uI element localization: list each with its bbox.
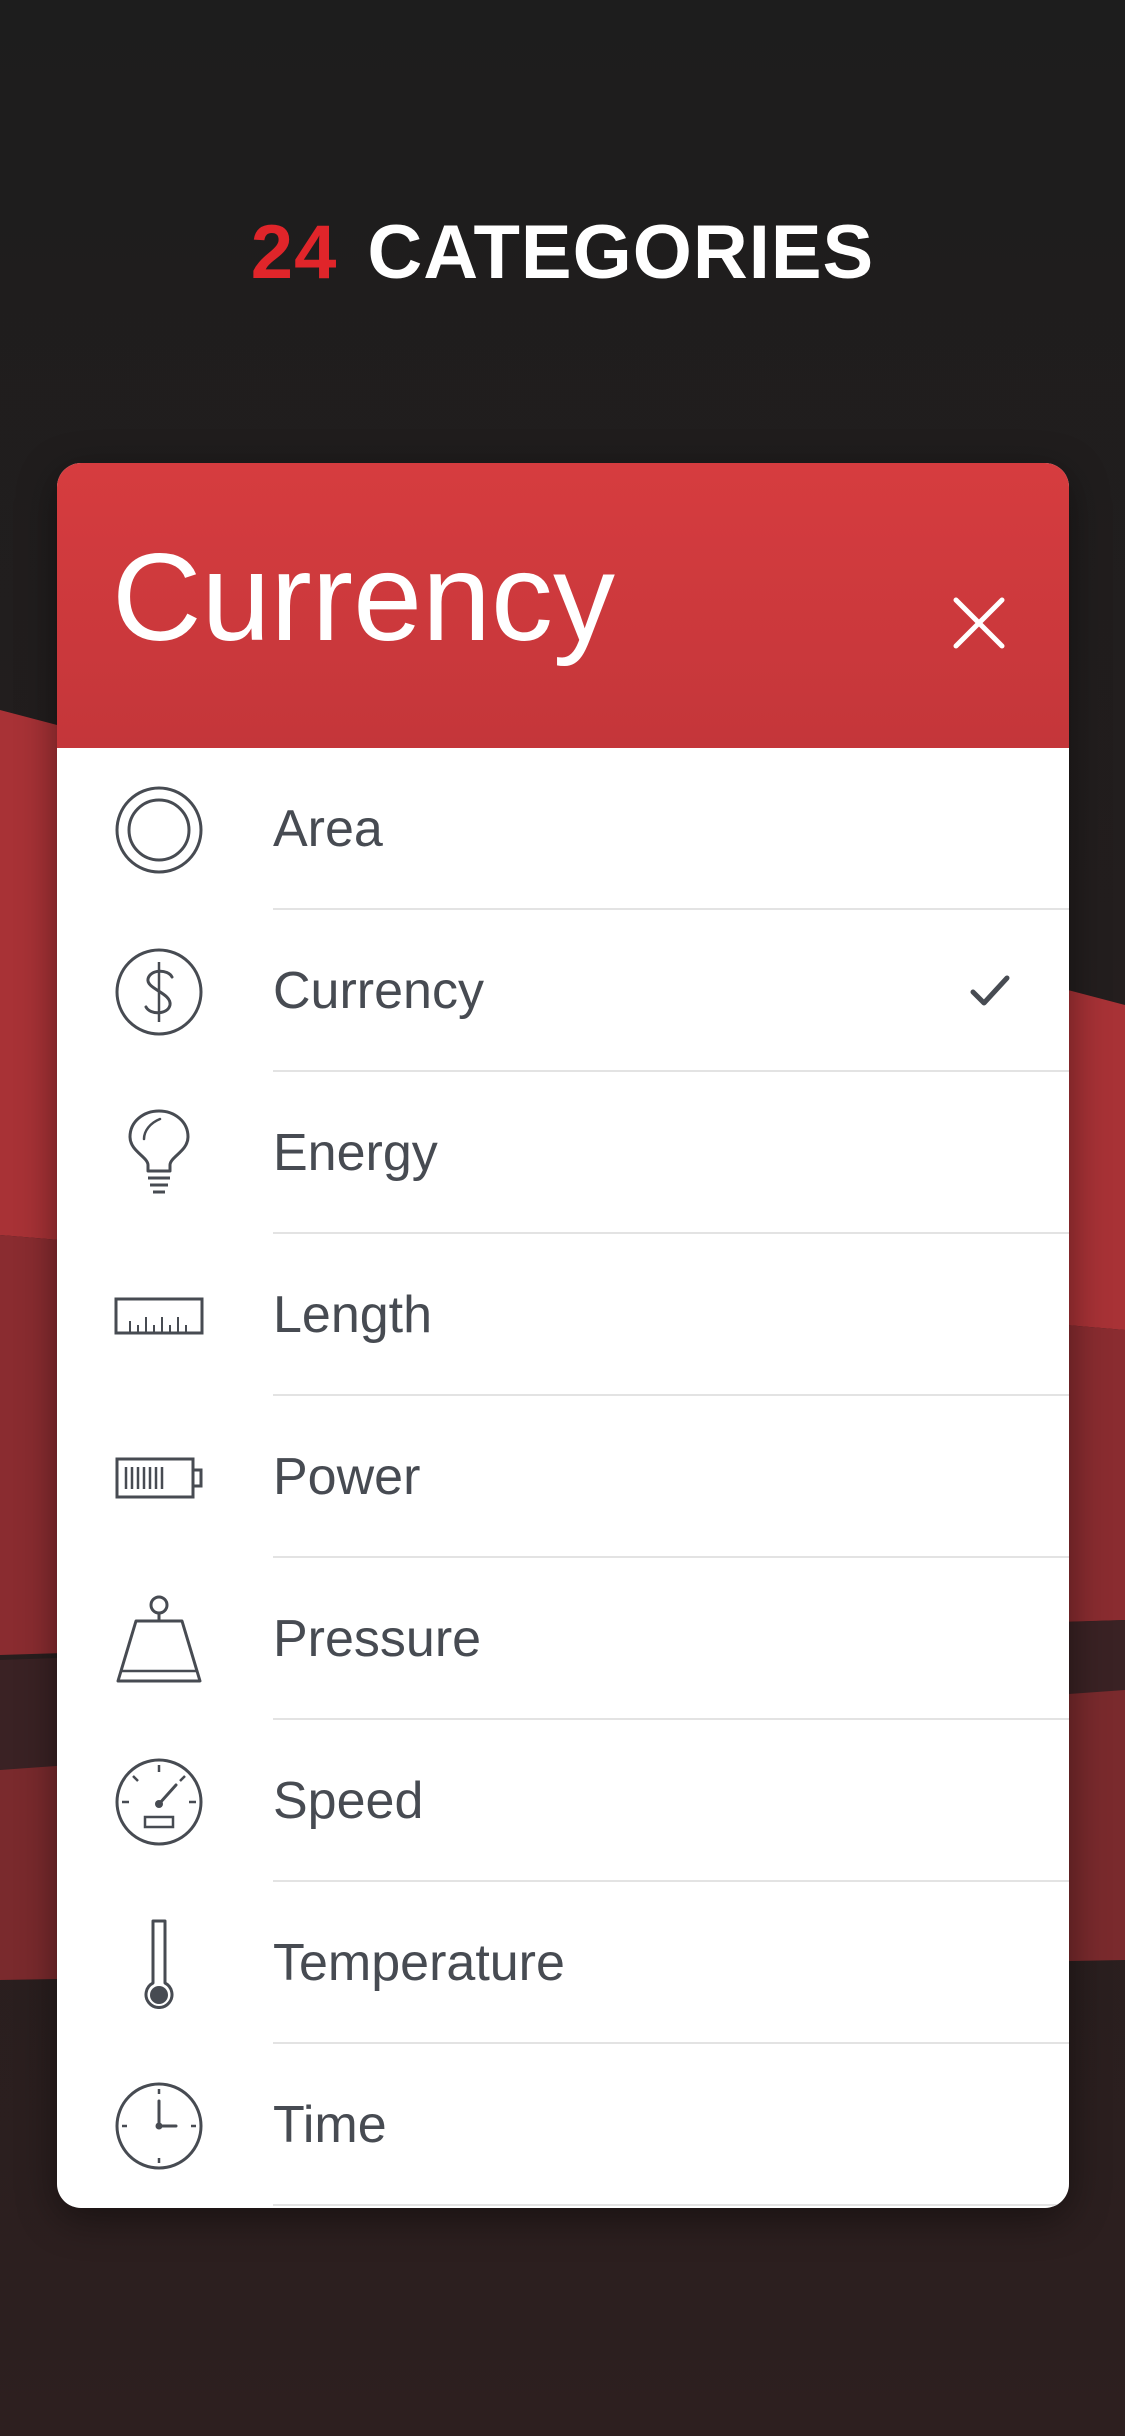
ruler-icon [114, 1297, 204, 1335]
checkmark-icon [970, 975, 1010, 1006]
category-item-pressure[interactable]: Pressure [57, 1558, 1069, 1720]
category-label: Pressure [273, 1610, 482, 1668]
category-label: Power [273, 1448, 421, 1506]
category-item-area[interactable]: Area [57, 748, 1069, 910]
thermometer-icon [144, 1919, 174, 2009]
category-item-temperature[interactable]: Temperature [57, 1882, 1069, 2044]
category-picker-card: Currency Area Currency Energy Length Pow… [57, 463, 1069, 2208]
close-button[interactable] [929, 573, 1029, 673]
lightbulb-icon [128, 1109, 190, 1194]
category-label: Energy [273, 1124, 438, 1182]
card-header: Currency [57, 463, 1069, 748]
currency-icon [115, 948, 203, 1036]
category-item-time[interactable]: Time [57, 2044, 1069, 2206]
clock-icon [115, 2082, 203, 2170]
area-icon [115, 786, 203, 874]
category-label: Length [273, 1286, 433, 1344]
category-count: 24 [250, 210, 338, 295]
card-title: Currency [112, 529, 616, 667]
category-label: Temperature [273, 1934, 565, 1992]
category-list: Area Currency Energy Length Power Pressu… [57, 748, 1069, 2206]
divider [273, 2204, 1069, 2206]
category-label: Area [273, 800, 383, 858]
category-label: Speed [273, 1772, 424, 1830]
category-item-length[interactable]: Length [57, 1234, 1069, 1396]
category-item-currency[interactable]: Currency [57, 910, 1069, 1072]
battery-icon [115, 1457, 203, 1499]
category-label: Time [273, 2096, 387, 2154]
category-item-speed[interactable]: Speed [57, 1720, 1069, 1882]
headline: 24 CATEGORIES [0, 205, 1125, 301]
headline-text: CATEGORIES [367, 210, 875, 295]
speedometer-icon [115, 1758, 203, 1846]
weight-icon [116, 1595, 202, 1683]
category-label: Currency [273, 962, 484, 1020]
category-item-energy[interactable]: Energy [57, 1072, 1069, 1234]
close-icon [953, 597, 1005, 649]
category-item-power[interactable]: Power [57, 1396, 1069, 1558]
